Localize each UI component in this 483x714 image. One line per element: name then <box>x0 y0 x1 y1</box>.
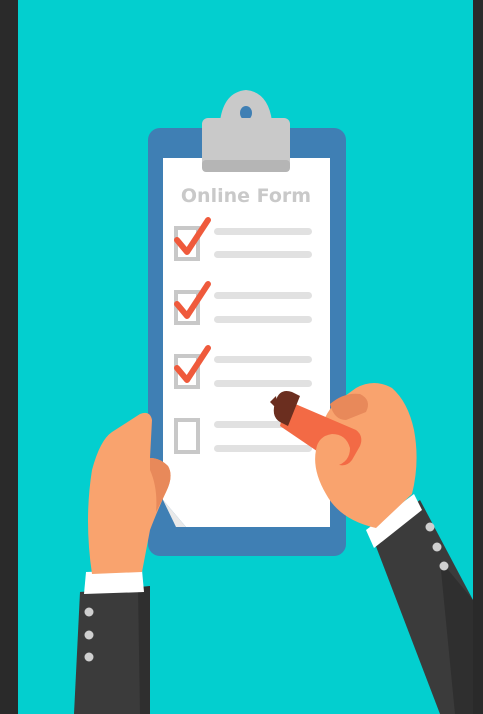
illustration-frame: Online Form <box>0 0 483 714</box>
paper-sheet <box>163 158 330 527</box>
sleeve-button <box>84 652 94 662</box>
sleeve-button <box>84 607 94 617</box>
sleeve-button <box>84 630 94 640</box>
sleeve-button <box>439 561 449 571</box>
text-line <box>214 316 312 323</box>
text-line <box>214 445 312 452</box>
text-line <box>214 356 312 363</box>
text-line <box>214 380 312 387</box>
text-line <box>214 292 312 299</box>
text-line <box>214 251 312 258</box>
form-title: Online Form <box>181 185 311 207</box>
sleeve-button <box>432 542 442 552</box>
sleeve-button <box>425 522 435 532</box>
online-form-illustration: Online Form <box>0 0 483 714</box>
text-line <box>214 228 312 235</box>
